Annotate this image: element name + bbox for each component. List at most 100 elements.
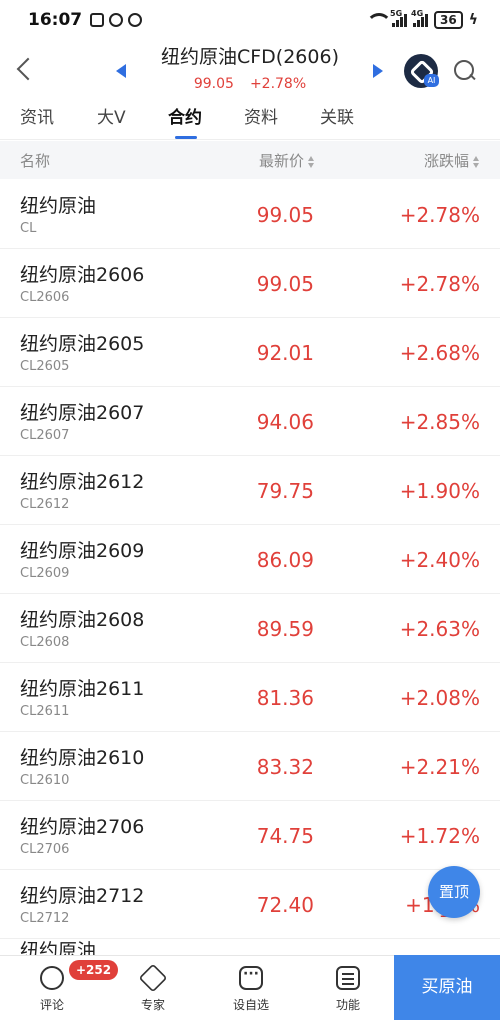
header-price: 99.05 [193, 76, 234, 92]
column-price-label: 最新价 [258, 152, 304, 170]
contract-price: 89.59 [256, 617, 314, 641]
contract-code: CL2609 [20, 566, 70, 581]
contract-name: 纽约原油2611 [20, 678, 145, 700]
list-item[interactable]: 纽约原油 CL 99.05 +2.78% [0, 180, 500, 249]
tab-profile[interactable]: 资料 [244, 100, 278, 136]
buy-oil-button[interactable]: 买原油 [394, 955, 500, 1020]
contract-price: 92.01 [256, 341, 314, 365]
list-item[interactable]: 纽约原油2608 CL2608 89.59 +2.63% [0, 594, 500, 663]
list-item[interactable]: 纽约原油2611 CL2611 81.36 +2.08% [0, 663, 500, 732]
contract-code: CL2611 [20, 704, 70, 719]
contract-price: 94.06 [256, 410, 314, 434]
status-bar: 16:07 5G 4G 36 ϟ [0, 0, 500, 40]
header: 纽约原油CFD(2606) 99.05 +2.78% AI [0, 40, 500, 100]
contract-name: 纽约原油2608 [20, 609, 145, 631]
tab-indicator [175, 136, 197, 139]
expert-button[interactable]: 专家 [108, 956, 198, 1020]
contract-price: 81.36 [256, 686, 314, 710]
contract-code: CL2608 [20, 635, 70, 650]
comment-button[interactable]: +252 评论 [7, 956, 119, 1020]
contract-change: +2.21% [399, 755, 480, 779]
network-5g-label: 5G [390, 9, 403, 18]
header-change: +2.78% [249, 76, 307, 92]
more-dots-icon [239, 966, 263, 990]
add-watchlist-button[interactable]: 设自选 [206, 956, 296, 1020]
column-change-sort[interactable]: 涨跌幅 [424, 150, 480, 171]
wifi-icon [366, 13, 393, 27]
tab-bar: 资讯 大V 合约 资料 关联 [0, 100, 500, 140]
contract-price: 74.75 [256, 824, 314, 848]
status-time: 16:07 [28, 10, 83, 30]
tab-news[interactable]: 资讯 [20, 100, 54, 136]
tab-big-v[interactable]: 大V [97, 100, 126, 136]
list-item[interactable]: 纽约原油2610 CL2610 83.32 +2.21% [0, 732, 500, 801]
contract-name: 纽约原油2606 [20, 264, 145, 286]
contract-code: CL2610 [20, 773, 70, 788]
signal-4g-icon: 4G [411, 9, 429, 27]
contract-code: CL2606 [20, 290, 70, 305]
list-item[interactable]: 纽约原油2606 CL2606 99.05 +2.78% [0, 249, 500, 318]
contract-price: 86.09 [256, 548, 314, 572]
contract-change: +1.90% [399, 479, 480, 503]
column-name: 名称 [20, 152, 51, 170]
prev-contract-icon[interactable] [116, 64, 126, 78]
contract-name: 纽约原油2609 [20, 540, 145, 562]
search-icon[interactable] [454, 60, 476, 82]
watchlist-label: 设自选 [232, 998, 269, 1012]
contract-code: CL2607 [20, 428, 70, 443]
column-change-label: 涨跌幅 [423, 152, 469, 170]
ai-assistant-icon[interactable]: AI [404, 54, 439, 88]
pin-to-top-button[interactable]: 置顶 [428, 866, 480, 918]
contract-price: 72.40 [256, 893, 314, 917]
list-item[interactable]: 纽约原油2607 CL2607 94.06 +2.85% [0, 387, 500, 456]
contract-code: CL2706 [20, 842, 70, 857]
list-item-partial[interactable]: 纽约原油 [20, 939, 96, 955]
functions-button[interactable]: 功能 [303, 956, 393, 1020]
contract-code: CL2712 [20, 911, 70, 926]
contract-change: +1.72% [399, 824, 480, 848]
contract-name: 纽约原油2712 [20, 885, 145, 907]
contract-change: +2.63% [399, 617, 480, 641]
comment-label: 评论 [39, 998, 64, 1012]
next-contract-icon[interactable] [373, 64, 383, 78]
page-title: 纽约原油CFD(2606) [160, 46, 339, 68]
contract-name: 纽约原油2612 [20, 471, 145, 493]
nfc-icon [90, 13, 105, 27]
list-item[interactable]: 纽约原油2612 CL2612 79.75 +1.90% [0, 456, 500, 525]
contract-price: 99.05 [256, 272, 314, 296]
contract-name: 纽约原油2706 [20, 816, 145, 838]
contract-change: +2.78% [399, 203, 480, 227]
list-item[interactable]: 纽约原油2609 CL2609 86.09 +2.40% [0, 525, 500, 594]
tab-contracts[interactable]: 合约 [168, 100, 202, 136]
contract-name: 纽约原油2607 [20, 402, 145, 424]
diamond-icon [138, 963, 168, 993]
column-price-sort[interactable]: 最新价 [259, 150, 315, 171]
contract-change: +2.40% [399, 548, 480, 572]
comment-icon [40, 966, 64, 990]
expert-label: 专家 [140, 998, 165, 1012]
menu-list-icon [336, 966, 360, 990]
tab-related[interactable]: 关联 [320, 100, 354, 136]
list-item[interactable]: 纽约原油2706 CL2706 74.75 +1.72% [0, 801, 500, 870]
contract-price: 83.32 [256, 755, 314, 779]
contract-change: +2.78% [399, 272, 480, 296]
contract-change: +2.68% [399, 341, 480, 365]
functions-label: 功能 [335, 998, 360, 1012]
list-item[interactable]: 纽约原油2605 CL2605 92.01 +2.68% [0, 318, 500, 387]
list-item[interactable]: 纽约原油2712CL271272.40+1.__% [0, 870, 500, 939]
contract-change: +2.08% [399, 686, 480, 710]
battery-icon: 36 [434, 11, 463, 29]
contract-price: 99.05 [256, 203, 314, 227]
contract-code: CL [20, 221, 37, 236]
charging-icon: ϟ [468, 12, 478, 28]
contract-code: CL2612 [20, 497, 70, 512]
sort-icon [308, 155, 315, 168]
column-header: 名称 最新价 涨跌幅 [0, 141, 500, 179]
sort-icon [473, 155, 480, 168]
status-right-icons: 5G 4G 36 ϟ [366, 9, 478, 29]
contract-price: 79.75 [256, 479, 314, 503]
title-block: 纽约原油CFD(2606) 99.05 +2.78% [140, 44, 360, 94]
ai-tag: AI [424, 74, 439, 87]
contract-name: 纽约原油 [20, 195, 97, 217]
back-arrow-icon[interactable] [14, 58, 36, 80]
